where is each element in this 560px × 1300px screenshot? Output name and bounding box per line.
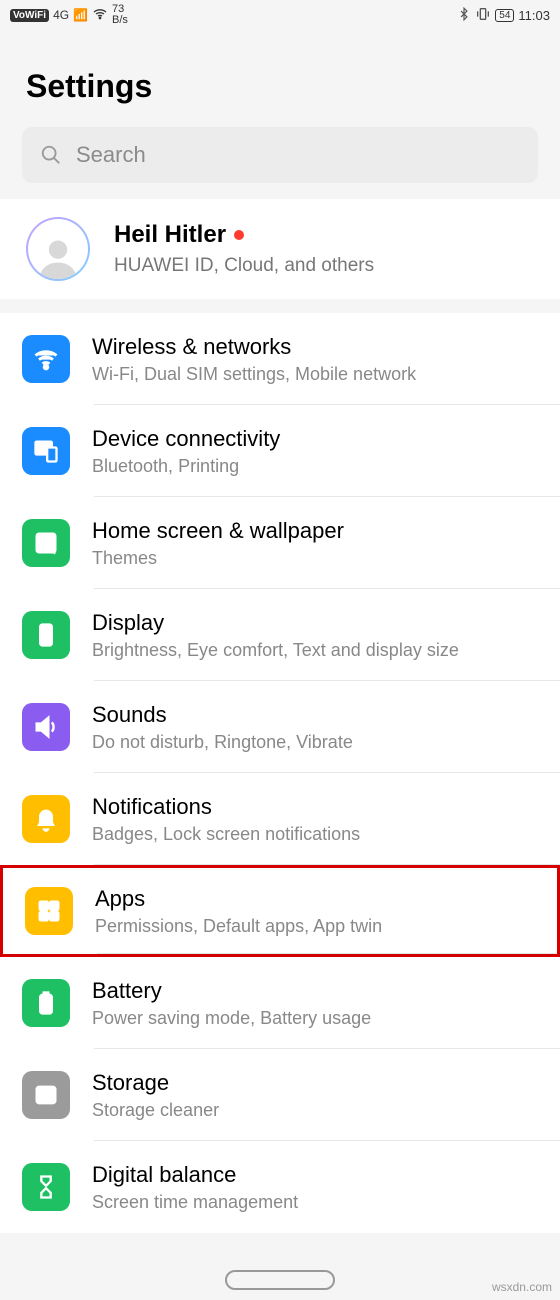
item-sub: Do not disturb, Ringtone, Vibrate [92, 732, 544, 753]
search-input[interactable]: Search [22, 127, 538, 183]
clock: 11:03 [518, 8, 550, 23]
settings-item-bell[interactable]: Notifications Badges, Lock screen notific… [0, 773, 560, 865]
search-icon [40, 144, 62, 166]
apps-icon [25, 887, 73, 935]
search-placeholder: Search [76, 142, 146, 168]
settings-item-apps[interactable]: Apps Permissions, Default apps, App twin [0, 865, 560, 957]
account-sub: HUAWEI ID, Cloud, and others [114, 255, 540, 277]
settings-item-display[interactable]: Display Brightness, Eye comfort, Text and… [0, 589, 560, 681]
item-sub: Storage cleaner [92, 1100, 544, 1121]
devices-icon [22, 427, 70, 475]
item-sub: Themes [92, 548, 544, 569]
vowifi-badge: VoWiFi [10, 9, 49, 22]
item-title: Apps [95, 886, 541, 912]
page-title: Settings [0, 30, 560, 127]
item-sub: Brightness, Eye comfort, Text and displa… [92, 640, 544, 661]
item-title: Home screen & wallpaper [92, 518, 544, 544]
item-title: Wireless & networks [92, 334, 544, 360]
item-title: Storage [92, 1070, 544, 1096]
battery-icon [22, 979, 70, 1027]
notification-dot [234, 230, 244, 240]
data-speed: 73B/s [112, 4, 128, 26]
settings-item-hourglass[interactable]: Digital balance Screen time management [0, 1141, 560, 1233]
settings-item-sound[interactable]: Sounds Do not disturb, Ringtone, Vibrate [0, 681, 560, 773]
item-sub: Power saving mode, Battery usage [92, 1008, 544, 1029]
item-title: Device connectivity [92, 426, 544, 452]
item-sub: Screen time management [92, 1192, 544, 1213]
settings-item-wifi[interactable]: Wireless & networks Wi-Fi, Dual SIM setti… [0, 313, 560, 405]
storage-icon [22, 1071, 70, 1119]
settings-list: Wireless & networks Wi-Fi, Dual SIM setti… [0, 313, 560, 1233]
settings-item-home[interactable]: Home screen & wallpaper Themes [0, 497, 560, 589]
nav-pill[interactable] [225, 1270, 335, 1290]
settings-item-battery[interactable]: Battery Power saving mode, Battery usage [0, 957, 560, 1049]
display-icon [22, 611, 70, 659]
network-indicator: 4G [53, 8, 69, 22]
wifi-icon [92, 6, 108, 25]
item-title: Digital balance [92, 1162, 544, 1188]
item-sub: Wi-Fi, Dual SIM settings, Mobile network [92, 364, 544, 385]
sound-icon [22, 703, 70, 751]
item-title: Notifications [92, 794, 544, 820]
hourglass-icon [22, 1163, 70, 1211]
item-title: Sounds [92, 702, 544, 728]
wifi-icon [22, 335, 70, 383]
status-bar: VoWiFi 4G 📶 73B/s 54 11:03 [0, 0, 560, 30]
settings-item-devices[interactable]: Device connectivity Bluetooth, Printing [0, 405, 560, 497]
avatar [26, 217, 90, 281]
battery-indicator: 54 [495, 9, 514, 22]
bell-icon [22, 795, 70, 843]
vibrate-icon [475, 6, 491, 25]
watermark: wsxdn.com [492, 1280, 552, 1294]
account-name: Heil Hitler [114, 221, 540, 249]
home-icon [22, 519, 70, 567]
item-sub: Bluetooth, Printing [92, 456, 544, 477]
account-row[interactable]: Heil Hitler HUAWEI ID, Cloud, and others [0, 199, 560, 299]
item-title: Display [92, 610, 544, 636]
item-sub: Permissions, Default apps, App twin [95, 916, 541, 937]
item-sub: Badges, Lock screen notifications [92, 824, 544, 845]
item-title: Battery [92, 978, 544, 1004]
settings-item-storage[interactable]: Storage Storage cleaner [0, 1049, 560, 1141]
bluetooth-icon [457, 7, 471, 24]
signal-icon: 📶 [73, 8, 88, 22]
